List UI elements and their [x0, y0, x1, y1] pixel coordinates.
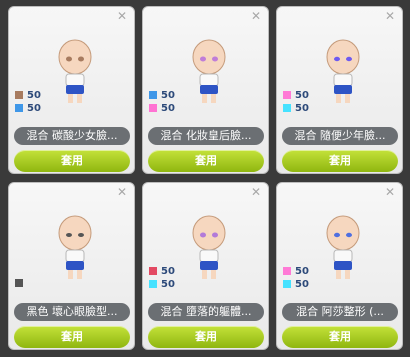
close-icon[interactable]: ✕ — [117, 10, 127, 22]
color-chip — [149, 91, 157, 99]
color-chip — [283, 280, 291, 288]
percent-label: 50 — [161, 278, 175, 290]
close-icon[interactable]: ✕ — [251, 186, 261, 198]
color-swatches: 50 50 — [149, 89, 175, 115]
face-card-2: ✕ 50 50 混合 化妝皇后臉... 套用 — [142, 6, 269, 174]
apply-button[interactable]: 套用 — [282, 326, 398, 348]
color-chip — [283, 267, 291, 275]
face-name-label: 混合 墮落的軀體... — [148, 303, 264, 321]
character-avatar — [58, 215, 92, 279]
color-swatches: 50 50 — [283, 89, 309, 115]
color-chip — [149, 267, 157, 275]
percent-label: 50 — [295, 102, 309, 114]
close-icon[interactable]: ✕ — [385, 10, 395, 22]
character-avatar — [326, 215, 360, 279]
color-swatches: 50 50 — [283, 265, 309, 291]
face-name-label: 混合 阿莎整形 (... — [282, 303, 398, 321]
face-card-6: ✕ 50 50 混合 阿莎整形 (... 套用 — [276, 182, 403, 350]
left-eye — [334, 232, 340, 238]
percent-label: 50 — [27, 89, 41, 101]
left-eye — [200, 56, 206, 62]
character-avatar — [58, 39, 92, 103]
right-eye — [78, 56, 84, 62]
face-card-1: ✕ 50 50 混合 碳酸少女臉... 套用 — [8, 6, 135, 174]
percent-label: 50 — [161, 89, 175, 101]
left-eye — [66, 233, 72, 237]
face-name-label: 混合 化妝皇后臉... — [148, 127, 264, 145]
color-chip — [149, 280, 157, 288]
color-swatches: 50 50 — [15, 89, 41, 115]
apply-button[interactable]: 套用 — [14, 150, 130, 172]
left-eye — [334, 56, 340, 62]
color-chip — [149, 104, 157, 112]
apply-button[interactable]: 套用 — [282, 150, 398, 172]
percent-label: 50 — [295, 265, 309, 277]
left-eye — [66, 56, 72, 62]
percent-label: 50 — [27, 102, 41, 114]
close-icon[interactable]: ✕ — [117, 186, 127, 198]
color-chip — [15, 104, 23, 112]
percent-label: 50 — [295, 89, 309, 101]
right-eye — [212, 232, 218, 238]
face-name-label: 混合 隨便少年臉... — [282, 127, 398, 145]
face-name-label: 黑色 壞心眼臉型... — [14, 303, 130, 321]
percent-label: 50 — [295, 278, 309, 290]
face-card-5: ✕ 50 50 混合 墮落的軀體... 套用 — [142, 182, 269, 350]
character-avatar — [326, 39, 360, 103]
right-eye — [346, 56, 352, 62]
color-chip — [283, 91, 291, 99]
close-icon[interactable]: ✕ — [385, 186, 395, 198]
right-eye — [212, 56, 218, 62]
color-chip — [15, 91, 23, 99]
color-chip — [283, 104, 291, 112]
right-eye — [78, 233, 84, 237]
color-chip — [15, 279, 23, 287]
character-avatar — [192, 215, 226, 279]
close-icon[interactable]: ✕ — [251, 10, 261, 22]
face-card-3: ✕ 50 50 混合 隨便少年臉... 套用 — [276, 6, 403, 174]
percent-label: 50 — [161, 265, 175, 277]
color-swatches: 50 50 — [149, 265, 175, 291]
apply-button[interactable]: 套用 — [148, 150, 264, 172]
apply-button[interactable]: 套用 — [14, 326, 130, 348]
apply-button[interactable]: 套用 — [148, 326, 264, 348]
face-name-label: 混合 碳酸少女臉... — [14, 127, 130, 145]
percent-label: 50 — [161, 102, 175, 114]
right-eye — [346, 232, 352, 238]
face-card-4: ✕ 黑色 壞心眼臉型... 套用 — [8, 182, 135, 350]
character-avatar — [192, 39, 226, 103]
left-eye — [200, 232, 206, 238]
color-swatches — [15, 277, 27, 290]
